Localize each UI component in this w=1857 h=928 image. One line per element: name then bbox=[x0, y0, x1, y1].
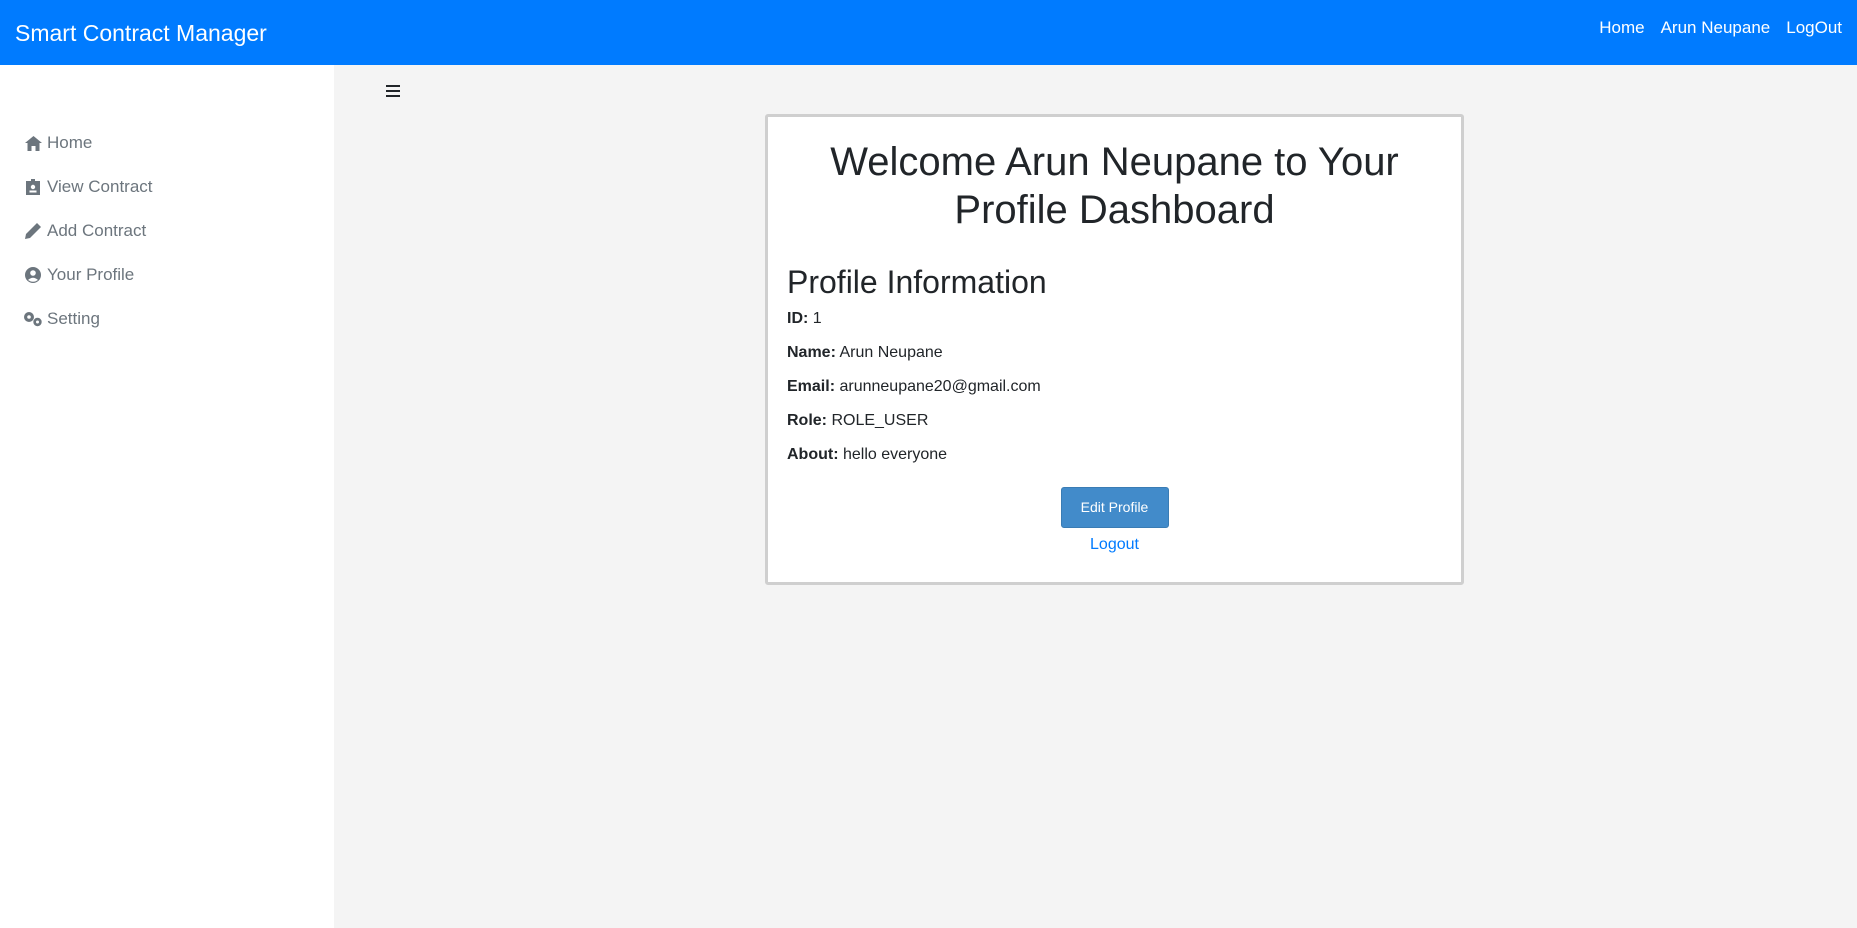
main-content: Welcome Arun Neupane to Your Profile Das… bbox=[334, 65, 1857, 928]
sidebar-item-label: Add Contract bbox=[47, 221, 147, 240]
nav-logout-link[interactable]: LogOut bbox=[1786, 18, 1842, 38]
field-label: Role: bbox=[787, 412, 827, 429]
top-navbar: Smart Contract Manager Home Arun Neupane… bbox=[0, 0, 1857, 65]
field-name: Name: Arun Neupane bbox=[787, 343, 1461, 363]
sidebar-item-add-contract[interactable]: Add Contract bbox=[0, 209, 334, 253]
sidebar-item-home[interactable]: Home bbox=[0, 121, 334, 165]
home-icon bbox=[23, 134, 43, 152]
section-title: Profile Information bbox=[787, 264, 1047, 300]
logout-link[interactable]: Logout bbox=[768, 536, 1461, 554]
field-value: hello everyone bbox=[842, 446, 948, 463]
field-label: About: bbox=[787, 446, 839, 463]
sidebar-item-your-profile[interactable]: Your Profile bbox=[0, 253, 334, 297]
hamburger-icon[interactable] bbox=[386, 82, 408, 102]
field-email: Email: arunneupane20@gmail.com bbox=[787, 377, 1461, 397]
profile-info: ID: 1 Name: Arun Neupane Email: arunneup… bbox=[787, 309, 1461, 465]
profile-card: Welcome Arun Neupane to Your Profile Das… bbox=[765, 114, 1464, 585]
field-label: Name: bbox=[787, 344, 836, 361]
sidebar-item-setting[interactable]: Setting bbox=[0, 297, 334, 341]
page-title: Welcome Arun Neupane to Your Profile Das… bbox=[830, 140, 1399, 232]
field-id: ID: 1 bbox=[787, 309, 1461, 329]
pencil-icon bbox=[23, 222, 43, 240]
field-value: 1 bbox=[812, 310, 822, 327]
id-card-icon bbox=[23, 178, 43, 196]
sidebar-item-label: Your Profile bbox=[47, 265, 135, 284]
field-value: arunneupane20@gmail.com bbox=[839, 378, 1041, 395]
field-value: ROLE_USER bbox=[831, 412, 929, 429]
field-value: Arun Neupane bbox=[839, 344, 943, 361]
field-label: ID: bbox=[787, 310, 809, 327]
sidebar-item-label: Home bbox=[47, 133, 93, 152]
user-circle-icon bbox=[23, 266, 43, 284]
field-role: Role: ROLE_USER bbox=[787, 411, 1461, 431]
edit-profile-button[interactable]: Edit Profile bbox=[1060, 487, 1169, 528]
nav-home-link[interactable]: Home bbox=[1599, 18, 1644, 38]
nav-user-link[interactable]: Arun Neupane bbox=[1661, 18, 1771, 38]
brand-title[interactable]: Smart Contract Manager bbox=[15, 20, 267, 47]
gears-icon bbox=[23, 310, 43, 328]
field-about: About: hello everyone bbox=[787, 445, 1461, 465]
top-nav-links: Home Arun Neupane LogOut bbox=[1583, 18, 1842, 38]
sidebar-item-label: View Contract bbox=[47, 177, 153, 196]
profile-actions: Edit Profile Logout bbox=[768, 487, 1461, 554]
sidebar: Home View Contract Add Contract Your Pro… bbox=[0, 65, 334, 928]
sidebar-item-label: Setting bbox=[47, 309, 100, 328]
sidebar-item-view-contract[interactable]: View Contract bbox=[0, 165, 334, 209]
field-label: Email: bbox=[787, 378, 836, 395]
